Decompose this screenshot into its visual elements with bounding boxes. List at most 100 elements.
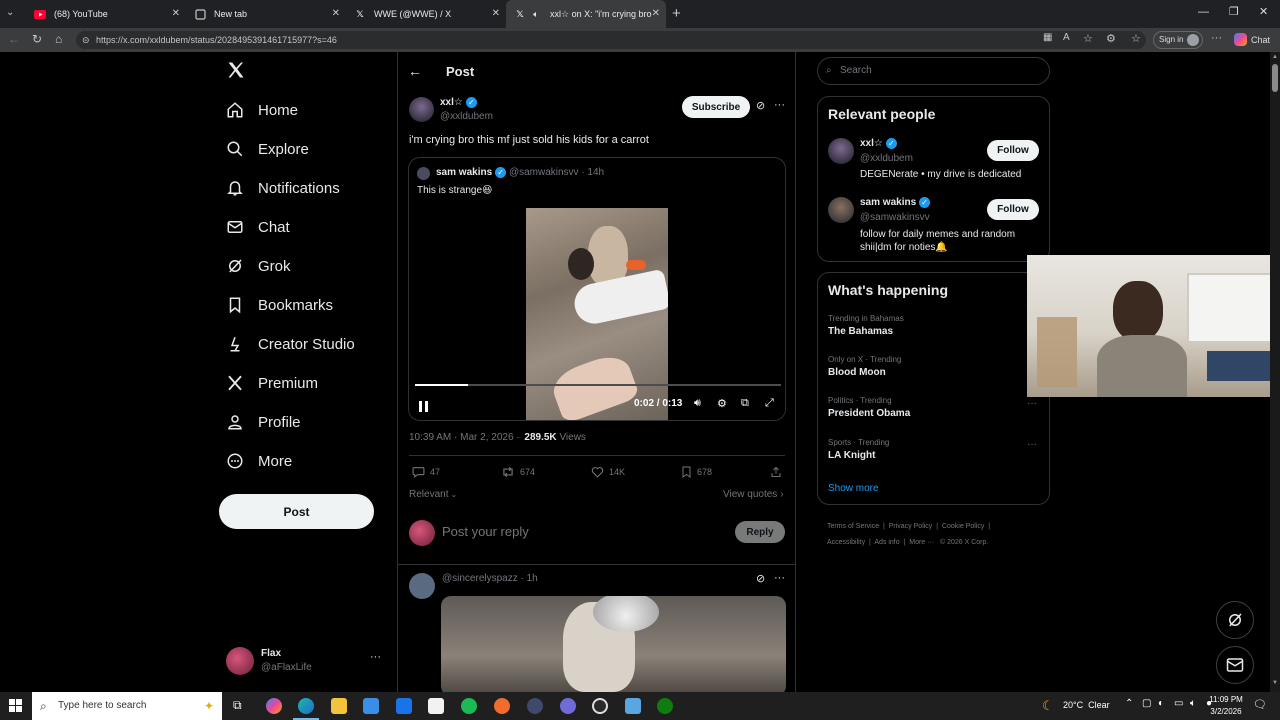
video-progress-track[interactable] [415, 384, 781, 386]
fullscreen-icon[interactable]: ⤢ [765, 397, 774, 410]
reply-action[interactable]: 47 [412, 466, 440, 478]
scrollbar-down-icon[interactable]: ▼ [1272, 680, 1278, 686]
follow-button[interactable]: Follow [987, 199, 1039, 220]
grok-float-button[interactable] [1216, 601, 1254, 639]
back-icon[interactable]: ← [8, 32, 20, 46]
task-view-icon[interactable]: ⧉ [233, 698, 242, 713]
read-aloud-icon[interactable]: A [1063, 32, 1070, 43]
more-icon[interactable]: ··· [774, 572, 785, 584]
tab-wwe[interactable]: 𝕏 WWE (@WWE) / X ✕ [346, 0, 506, 28]
follow-button[interactable]: Follow [987, 140, 1039, 161]
person-avatar[interactable] [828, 138, 854, 164]
scrollbar-track[interactable]: ▲ ▼ [1270, 52, 1280, 692]
weather-text[interactable]: 20°C Clear [1063, 700, 1110, 710]
signin-button[interactable]: Sign in [1153, 31, 1203, 49]
tab-youtube[interactable]: (68) YouTube ✕ [26, 0, 186, 28]
more-icon[interactable]: ··· [774, 99, 785, 111]
clock[interactable]: 11:09 PM 3/2/2026 [1207, 694, 1245, 718]
discord-icon[interactable] [560, 698, 576, 714]
minimize-icon[interactable]: — [1198, 6, 1209, 18]
url-field[interactable]: ⊝ https://x.com/xxldubem/status/20284953… [76, 31, 1146, 49]
more-icon[interactable]: ··· [1027, 398, 1037, 409]
weather-moon-icon[interactable]: ☾ [1042, 698, 1054, 714]
tab-list-icon[interactable]: ⌄ [6, 7, 14, 18]
scrollbar-up-icon[interactable]: ▲ [1272, 54, 1278, 60]
like-action[interactable]: 14K [591, 466, 625, 478]
share-icon[interactable] [770, 465, 782, 483]
nav-grok[interactable]: Grok [226, 257, 291, 275]
restore-icon[interactable]: ❐ [1229, 5, 1239, 18]
view-quotes-link[interactable]: View quotes › [723, 489, 784, 500]
more-icon[interactable]: ··· [1211, 32, 1222, 44]
close-icon[interactable]: ✕ [652, 8, 660, 19]
app-blue-icon[interactable] [625, 698, 641, 714]
nav-more[interactable]: More [226, 452, 292, 470]
search-input[interactable]: ⌕ Search [817, 57, 1050, 85]
copilot-chat-button[interactable]: Chat [1234, 33, 1270, 46]
home-icon[interactable]: ⌂ [55, 32, 62, 46]
account-switcher[interactable]: Flax @aFlaxLife ··· [226, 647, 386, 677]
person-avatar[interactable] [828, 197, 854, 223]
scrollbar-thumb[interactable] [1272, 64, 1278, 92]
refresh-icon[interactable]: ↻ [32, 32, 42, 46]
volume-icon[interactable]: 🔈︎ [1190, 698, 1196, 709]
reply-author-row[interactable]: @sincerelyspazz · 1h [442, 573, 538, 584]
repost-action[interactable]: 674 [501, 466, 535, 478]
window-close-icon[interactable]: ✕ [1259, 5, 1268, 18]
more-icon[interactable]: ··· [370, 651, 381, 663]
favorite-icon[interactable]: ☆ [1083, 32, 1093, 45]
x-logo-icon[interactable] [226, 60, 246, 85]
dock-icon[interactable]: ⧉ [741, 397, 749, 410]
footer-link[interactable]: Privacy Policy [889, 523, 933, 530]
speaker-icon[interactable]: 🔈︎ [530, 8, 542, 20]
video-player[interactable]: 0:02 / 0:13 🔊︎ ⚙ ⧉ ⤢ [409, 208, 785, 420]
close-icon[interactable]: ✕ [492, 8, 500, 19]
reply-input[interactable]: Post your reply [442, 524, 722, 539]
reply-media[interactable] [441, 596, 786, 692]
reply-author-avatar[interactable] [409, 573, 435, 599]
favorites-bar-icon[interactable]: ☆ [1131, 32, 1141, 45]
footer-link[interactable]: Terms of Service [827, 523, 879, 530]
nav-home[interactable]: Home [226, 101, 298, 119]
xbox-icon[interactable] [657, 698, 673, 714]
tab-current-post[interactable]: 𝕏 🔈︎ xxl☆ on X: "i'm crying bro thi ✕ [506, 0, 666, 28]
nav-notifications[interactable]: Notifications [226, 179, 340, 197]
nav-chat[interactable]: Chat [226, 218, 290, 236]
bookmark-action[interactable]: 678 [681, 466, 712, 478]
quoted-post[interactable]: sam wakins ✓ @samwakinsvv · 14h This is s… [408, 157, 786, 421]
trend-item[interactable]: Trending in Bahamas The Bahamas [828, 314, 1040, 337]
nav-profile[interactable]: Profile [226, 413, 301, 431]
grok-icon[interactable]: ⊘ [756, 99, 765, 112]
obs-icon[interactable] [592, 698, 608, 714]
person-name-row[interactable]: sam wakins ✓ [860, 197, 931, 208]
windows-start-icon[interactable] [9, 699, 22, 717]
notification-icon[interactable]: 🗨︎ [1253, 698, 1267, 711]
trend-item[interactable]: Only on X · Trending Blood Moon [828, 355, 1040, 378]
reader-icon[interactable]: ▦ [1043, 32, 1052, 43]
microsoft-store-icon[interactable] [363, 698, 379, 714]
author-avatar[interactable] [409, 97, 434, 122]
back-arrow-icon[interactable]: ← [408, 63, 422, 79]
person-name-row[interactable]: xxl☆ ✓ [860, 138, 897, 149]
network-icon[interactable]: ▭ [1174, 698, 1183, 709]
tray-meet-icon[interactable]: ◐ [1158, 698, 1164, 709]
copilot-app-icon[interactable] [266, 698, 282, 714]
app-orange-icon[interactable] [494, 698, 510, 714]
spotify-icon[interactable] [461, 698, 477, 714]
settings-icon[interactable]: ⚙ [717, 397, 727, 410]
post-timestamp[interactable]: 10:39 AM · Mar 2, 2026 · [409, 432, 520, 443]
messages-float-button[interactable] [1216, 646, 1254, 684]
mail-app-icon[interactable] [396, 698, 412, 714]
subscribe-button[interactable]: Subscribe [682, 96, 750, 118]
post-button[interactable]: Post [219, 494, 374, 529]
edge-browser-icon[interactable] [298, 698, 314, 714]
tray-app-icon[interactable]: ▢ [1142, 698, 1151, 709]
footer-link[interactable]: Cookie Policy [942, 523, 984, 530]
close-icon[interactable]: ✕ [172, 8, 180, 19]
taskbar-search-box[interactable]: ⌕ Type here to search ✦ [32, 692, 222, 720]
notepad-icon[interactable] [428, 698, 444, 714]
nav-explore[interactable]: Explore [226, 140, 309, 158]
trend-item[interactable]: Politics · Trending President Obama [828, 396, 1040, 419]
tray-chevron-icon[interactable]: ⌃ [1125, 698, 1133, 709]
more-icon[interactable]: ··· [1027, 439, 1037, 450]
